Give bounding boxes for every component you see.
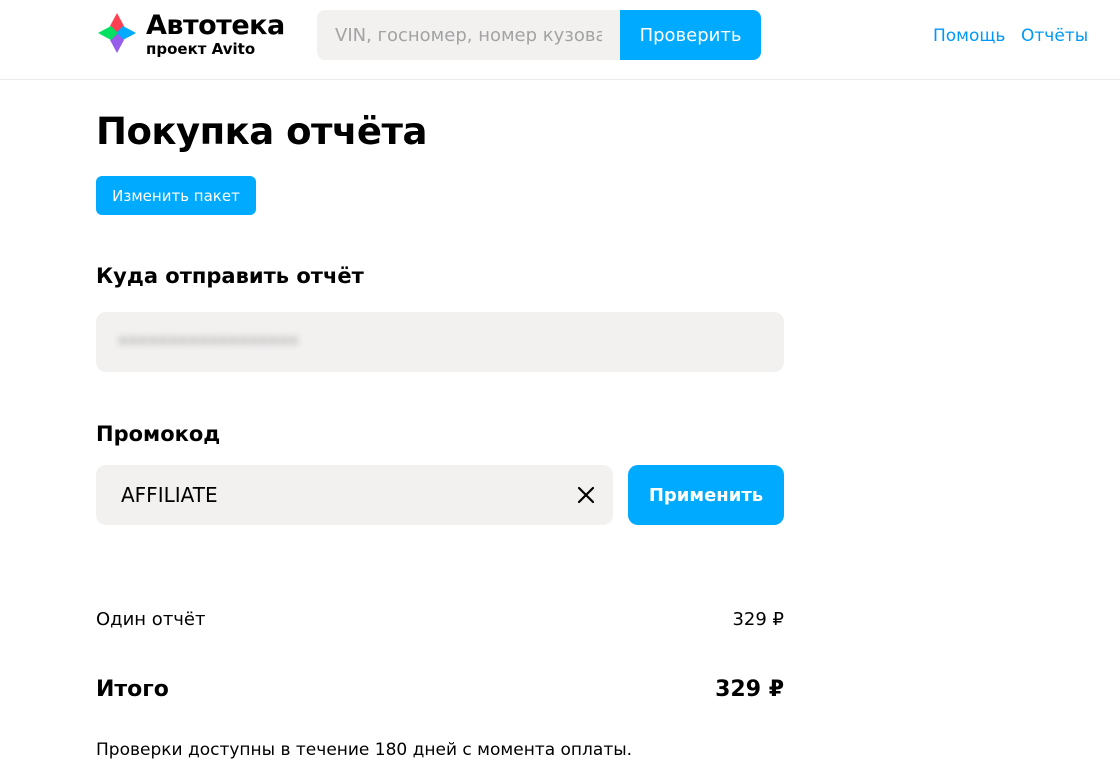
promo-section-title: Промокод bbox=[96, 422, 221, 446]
nav-link-help[interactable]: Помощь bbox=[933, 26, 1005, 46]
apply-promo-button[interactable]: Применить bbox=[628, 465, 784, 525]
page-title: Покупка отчёта bbox=[96, 110, 427, 153]
vin-search-input[interactable] bbox=[317, 10, 620, 60]
nav-link-reports[interactable]: Отчёты bbox=[1021, 26, 1088, 46]
email-value: •••••••••••••••••• bbox=[118, 332, 299, 352]
autoteka-logo-icon bbox=[98, 13, 136, 53]
logo-name: Автотека bbox=[146, 10, 285, 41]
close-icon[interactable] bbox=[574, 483, 598, 507]
availability-note: Проверки доступны в течение 180 дней с м… bbox=[96, 740, 633, 760]
email-section-title: Куда отправить отчёт bbox=[96, 264, 364, 288]
email-field[interactable]: •••••••••••••••••• bbox=[96, 312, 784, 372]
header: Автотека проект Avito Проверить Помощь О… bbox=[0, 0, 1120, 80]
logo-subtitle: проект Avito bbox=[146, 40, 256, 58]
total-price: 329 ₽ bbox=[715, 677, 784, 702]
total-label: Итого bbox=[96, 677, 169, 702]
logo[interactable]: Автотека проект Avito bbox=[96, 11, 285, 57]
check-button[interactable]: Проверить bbox=[620, 10, 761, 60]
promo-code-input[interactable] bbox=[96, 465, 613, 525]
line-item-price: 329 ₽ bbox=[732, 609, 784, 630]
change-package-button[interactable]: Изменить пакет bbox=[96, 176, 256, 215]
line-item-label: Один отчёт bbox=[96, 609, 206, 630]
